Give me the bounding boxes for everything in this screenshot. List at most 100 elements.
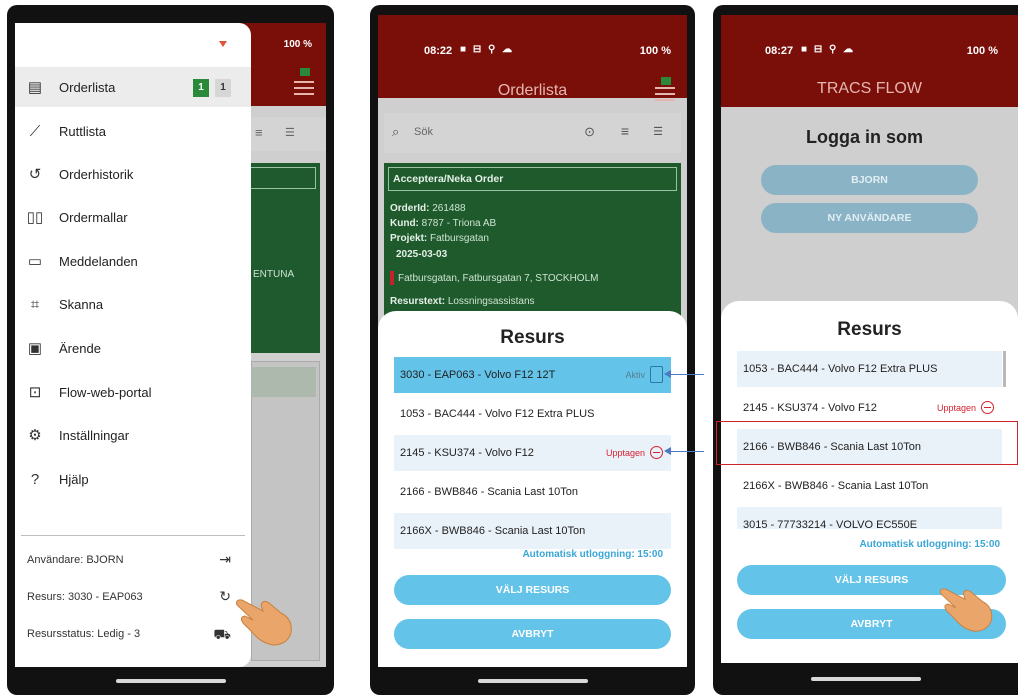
page-title: Orderlista (497, 82, 568, 99)
resource-label: 3015 - 77733214 - VOLVO EC550E (743, 519, 918, 531)
search-bar[interactable]: ⌕ Sök ⊙ ≡ ☰ (384, 113, 681, 153)
resource-row-1053[interactable]: 1053 - BAC444 - Volvo F12 Extra PLUS (394, 396, 671, 432)
menu-item-installningar[interactable]: ⚙ Inställningar (15, 415, 251, 455)
screen-menu: 100 % ≡ ☰ ENTUNA ▤ Orderlista 1 1 ⟋ Rutt… (15, 23, 326, 667)
resource-row-3030[interactable]: 3030 - EAP063 - Volvo F12 12T Aktiv (394, 357, 671, 393)
battery-status: 100 % (283, 39, 312, 50)
busy-icon (981, 401, 994, 414)
status-bar: 08:22 ■ ⊟ ⚲ ☁ 100 % (378, 15, 687, 57)
barcode-scan-icon[interactable]: ⊙ (584, 124, 595, 140)
annotation-arrow-busy (670, 451, 704, 452)
resource-label: 2145 - KSU374 - Volvo F12 (400, 447, 534, 459)
busy-icon (650, 446, 663, 459)
help-icon: ? (30, 470, 40, 488)
order-card-text-fragment: ENTUNA (253, 269, 295, 280)
resource-row-1053[interactable]: 1053 - BAC444 - Volvo F12 Extra PLUS (737, 351, 1002, 387)
user-bjorn-button[interactable]: BJORN (761, 165, 978, 195)
order-card-header-fragment (251, 167, 316, 189)
resource-label: 2166X - BWB846 - Scania Last 10Ton (400, 525, 586, 537)
history-icon: ↺ (28, 166, 42, 183)
login-heading: Logga in som (806, 127, 923, 147)
ticket-icon: ▣ (27, 340, 43, 357)
order-project: Projekt: Fatbursgatan (390, 233, 489, 244)
footer-resource-status: Resursstatus: Ledig - 3 (27, 628, 141, 640)
menu-item-label: Orderlista (59, 79, 116, 95)
resource-row-2166x[interactable]: 2166X - BWB846 - Scania Last 10Ton (394, 513, 671, 549)
order-address: Fatbursgatan, Fatbursgatan 7, STOCKHOLM (398, 273, 599, 284)
total-orders-badge: 1 (215, 79, 231, 97)
gear-icon: ⚙ (28, 427, 42, 444)
menu-item-flow-web-portal[interactable]: ⊡ Flow-web-portal (15, 372, 251, 412)
order-card-header[interactable]: Acceptera/Neka Order (388, 167, 677, 191)
menu-item-arende[interactable]: ▣ Ärende (15, 328, 251, 368)
cancel-button[interactable]: AVBRYT (394, 619, 671, 649)
address-marker (390, 271, 394, 285)
menu-item-label: Ordermallar (59, 209, 128, 225)
resource-status: Upptagen (936, 403, 976, 413)
menu-item-meddelanden[interactable]: ▭ Meddelanden (15, 241, 251, 281)
portal-icon: ⊡ (28, 384, 42, 401)
hamburger-icon[interactable] (294, 81, 314, 99)
menu-item-label: Inställningar (59, 427, 130, 443)
search-icon: ⌕ (392, 124, 400, 139)
annotation-arrowhead-active (664, 370, 671, 378)
filter-icon[interactable]: ≡ (255, 125, 267, 140)
menu-item-skanna[interactable]: ⌗ Skanna (15, 284, 251, 324)
status-time: 08:22 (424, 45, 453, 57)
resource-sheet: Resurs 3030 - EAP063 - Volvo F12 12T Akt… (378, 311, 687, 667)
tablet-icon (650, 366, 663, 383)
menu-item-ordermallar[interactable]: ▯▯ Ordermallar (15, 197, 251, 237)
checklist-icon[interactable]: ☰ (285, 126, 295, 139)
resource-status: Aktiv (625, 370, 645, 380)
resource-label: 2166 - BWB846 - Scania Last 10Ton (400, 486, 578, 498)
resource-label: 1053 - BAC444 - Volvo F12 Extra PLUS (743, 363, 938, 375)
auto-logout-text: Automatisk utloggning: 15:00 (859, 539, 1000, 550)
filter-icon[interactable]: ≡ (621, 123, 629, 139)
navigation-drawer: ▤ Orderlista 1 1 ⟋ Ruttlista ↺ Orderhist… (15, 23, 251, 667)
logout-icon[interactable]: ⇥ (219, 551, 231, 568)
menu-item-orderlista[interactable]: ▤ Orderlista 1 1 (15, 67, 251, 107)
message-icon: ▭ (27, 253, 43, 270)
battery-status: 100 % (639, 45, 671, 57)
menu-item-label: Ärende (59, 340, 101, 356)
book-icon: ▯▯ (26, 209, 44, 226)
order-resource-text: Resurstext: Lossningsassistans (390, 296, 535, 307)
order-card[interactable]: Acceptera/Neka Order OrderId: 261488 Kun… (384, 163, 681, 323)
search-input[interactable]: Sök (414, 126, 433, 138)
phone-menu: 100 % ≡ ☰ ENTUNA ▤ Orderlista 1 1 ⟋ Rutt… (7, 5, 334, 695)
status-bar: 08:27 ■ ⊟ ⚲ ☁ 100 % (721, 15, 1018, 57)
menu-item-ruttlista[interactable]: ⟋ Ruttlista (15, 111, 251, 151)
menu-notification-badge (661, 77, 671, 85)
new-user-button[interactable]: NY ANVÄNDARE (761, 203, 978, 233)
select-resource-button[interactable]: VÄLJ RESURS (394, 575, 671, 605)
resource-row-2145[interactable]: 2145 - KSU374 - Volvo F12 Upptagen (394, 435, 671, 471)
resource-status: Upptagen (605, 448, 645, 458)
hamburger-icon[interactable] (655, 87, 675, 105)
resource-label: 1053 - BAC444 - Volvo F12 Extra PLUS (400, 408, 595, 420)
annotation-arrow-active (670, 374, 704, 375)
highlight-box (716, 421, 1018, 465)
route-icon: ⟋ (29, 122, 41, 140)
resource-row-2166x[interactable]: 2166X - BWB846 - Scania Last 10Ton (737, 468, 1002, 504)
screen-resource-select: 08:22 ■ ⊟ ⚲ ☁ 100 % Orderlista ⌕ Sök ⊙ ≡… (378, 15, 687, 667)
resource-row-2166[interactable]: 2166 - BWB846 - Scania Last 10Ton (394, 474, 671, 510)
phone-login: 08:27 ■ ⊟ ⚲ ☁ 100 % TRACS FLOW Logga in … (713, 5, 1018, 695)
menu-item-label: Ruttlista (59, 123, 106, 139)
screen-login: 08:27 ■ ⊟ ⚲ ☁ 100 % TRACS FLOW Logga in … (721, 15, 1018, 663)
nav-handle (810, 677, 921, 681)
checklist-icon[interactable]: ☰ (653, 125, 663, 138)
menu-item-label: Orderhistorik (59, 166, 134, 182)
truck-icon[interactable]: ⛟ (213, 626, 231, 645)
menu-item-label: Hjälp (59, 471, 89, 487)
sheet-title: Resurs (837, 319, 902, 340)
menu-item-label: Skanna (59, 296, 104, 312)
resource-row-3015[interactable]: 3015 - 77733214 - VOLVO EC550E (737, 507, 1002, 531)
menu-item-hjalp[interactable]: ? Hjälp (15, 459, 251, 499)
resource-label: 3030 - EAP063 - Volvo F12 12T (400, 369, 556, 381)
resource-list-scrollbar[interactable] (1003, 351, 1006, 387)
footer-user: Användare: BJORN (27, 554, 124, 566)
footer-resource: Resurs: 3030 - EAP063 (27, 591, 143, 603)
resource-label: 2145 - KSU374 - Volvo F12 (743, 402, 877, 414)
menu-item-orderhistorik[interactable]: ↺ Orderhistorik (15, 154, 251, 194)
switch-resource-icon[interactable]: ↻ (219, 588, 231, 605)
